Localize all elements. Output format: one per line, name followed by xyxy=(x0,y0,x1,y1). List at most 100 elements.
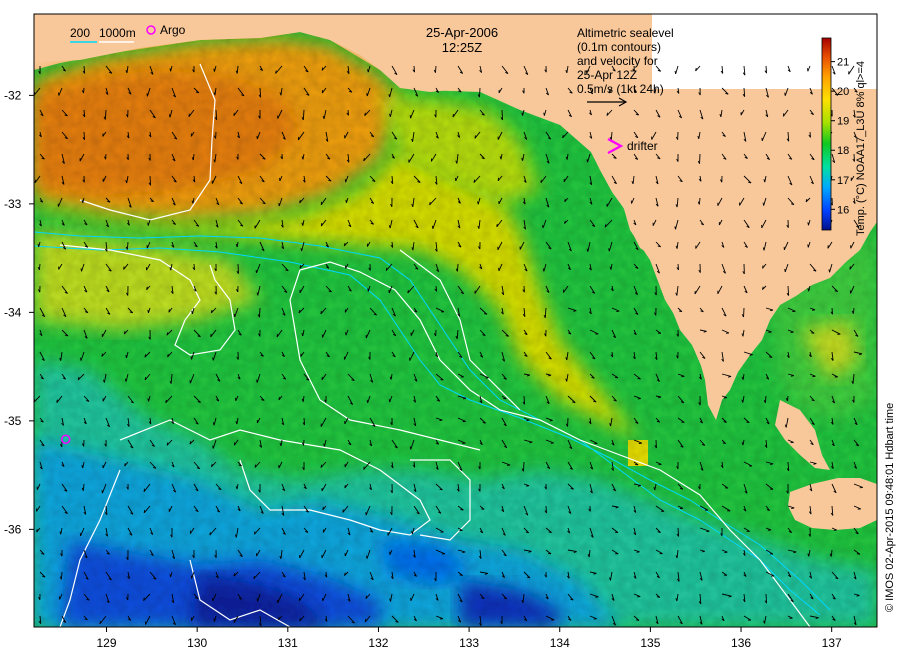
colorbar-tick-label: 17 xyxy=(837,175,849,187)
y-tick-label: -34 xyxy=(4,305,22,319)
velocity-arrow-head xyxy=(723,397,727,399)
velocity-arrow-head xyxy=(791,507,795,509)
colorbar-tick-label: 19 xyxy=(837,116,849,128)
velocity-arrow-head xyxy=(439,419,443,422)
map-date: 25-Apr-2006 xyxy=(426,25,498,40)
colorbar-tick-label: 20 xyxy=(837,86,849,98)
x-tick-label: 134 xyxy=(550,636,570,650)
velocity-arrow-head xyxy=(608,248,610,252)
velocity-arrow-head xyxy=(147,309,149,313)
info-box-background xyxy=(652,14,877,89)
depth-200-label: 200 xyxy=(70,26,90,40)
info-line-5: 0.5m/s (1kt 24h) xyxy=(577,82,664,96)
velocity-arrow-head xyxy=(322,506,324,510)
velocity-arrow-head xyxy=(190,356,192,360)
velocity-arrow-head xyxy=(586,159,588,163)
velocity-arrow-head xyxy=(212,445,214,449)
velocity-arrow-head xyxy=(123,266,125,270)
velocity-arrow-head xyxy=(363,466,365,470)
velocity-arrow-head xyxy=(146,93,148,97)
velocity-arrow xyxy=(764,395,767,403)
velocity-arrow-head xyxy=(573,310,577,312)
velocity-arrow-head xyxy=(124,463,126,467)
velocity-arrow-head xyxy=(811,332,815,334)
velocity-arrow-head xyxy=(762,202,765,206)
credit-text: © IMOS 02-Apr-2015 09:48:01 Hdbart time xyxy=(884,403,896,612)
velocity-arrow-head xyxy=(440,379,444,381)
velocity-arrow-head xyxy=(144,376,147,381)
colorbar-title: Temp. (°C) NOAA17_L3U 8% ql>=4 xyxy=(855,61,867,236)
velocity-arrow-head xyxy=(564,198,566,202)
velocity-arrow-head xyxy=(275,70,277,74)
velocity-arrow-head xyxy=(80,268,82,272)
velocity-arrow xyxy=(523,461,525,472)
velocity-arrow-head xyxy=(256,379,258,383)
velocity-arrow-head xyxy=(548,531,552,533)
velocity-arrow-head xyxy=(543,112,545,116)
colorbar-tick-label: 16 xyxy=(837,204,849,216)
velocity-arrow-head xyxy=(497,177,500,181)
velocity-arrow-head xyxy=(344,485,346,489)
drifter-label: drifter xyxy=(627,139,658,153)
velocity-arrow xyxy=(104,109,107,120)
velocity-arrow-head xyxy=(674,70,677,74)
velocity-arrow-head xyxy=(212,357,214,361)
velocity-arrow-head xyxy=(342,509,344,513)
velocity-arrow xyxy=(698,197,701,205)
x-tick-label: 137 xyxy=(822,636,842,650)
x-tick-label: 135 xyxy=(640,636,660,650)
velocity-arrow-head xyxy=(636,551,640,553)
map-time: 12:25Z xyxy=(442,40,483,55)
x-tick-label: 133 xyxy=(459,636,479,650)
x-tick-label: 132 xyxy=(368,636,388,650)
velocity-arrow xyxy=(259,307,261,318)
velocity-arrow-head xyxy=(807,222,809,226)
velocity-arrow-head xyxy=(256,598,259,602)
velocity-arrow-head xyxy=(147,222,149,226)
x-tick-label: 136 xyxy=(731,636,751,650)
y-tick-label: -36 xyxy=(4,522,22,536)
velocity-arrow-head xyxy=(366,555,368,559)
velocity-arrow-head xyxy=(36,529,38,533)
velocity-arrow-head xyxy=(299,199,301,204)
velocity-arrow-head xyxy=(807,244,809,248)
velocity-arrow-head xyxy=(828,269,830,273)
velocity-arrow-head xyxy=(345,199,347,203)
velocity-arrow-head xyxy=(80,357,82,361)
velocity-arrow-head xyxy=(770,309,774,312)
velocity-arrow xyxy=(479,87,481,98)
velocity-arrow-head xyxy=(746,421,750,424)
colorbar-tick-label: 21 xyxy=(837,57,849,69)
velocity-arrow-head xyxy=(365,595,368,599)
colorbar-tick-label: 18 xyxy=(837,145,849,157)
velocity-arrow xyxy=(435,65,437,73)
y-tick-label: -33 xyxy=(4,197,22,211)
velocity-arrow-head xyxy=(636,619,640,621)
depth-1000-label: 1000m xyxy=(99,26,136,40)
velocity-arrow-head xyxy=(749,354,753,356)
info-line-4: 25-Apr 12Z xyxy=(577,68,637,82)
colorbar-scale xyxy=(821,37,832,231)
y-tick-label: -32 xyxy=(4,88,22,102)
info-line-2: (0.1m contours) xyxy=(577,40,661,54)
velocity-arrow-head xyxy=(366,399,369,403)
velocity-arrow-head xyxy=(706,530,710,533)
velocity-arrow-head xyxy=(481,508,485,510)
velocity-arrow-head xyxy=(364,618,367,623)
x-tick-label: 129 xyxy=(97,636,117,650)
velocity-arrow-head xyxy=(385,267,388,271)
velocity-arrow-head xyxy=(143,509,146,513)
velocity-arrow-head xyxy=(595,596,599,598)
velocity-arrow-head xyxy=(209,532,211,536)
y-tick-label: -35 xyxy=(4,414,22,428)
velocity-arrow-head xyxy=(474,135,476,139)
velocity-arrow-head xyxy=(278,202,280,207)
sst-map-figure: 25-Apr-2006 12:25Z 200 1000m Argo Altime… xyxy=(4,13,896,650)
info-line-1: Altimetric sealevel xyxy=(577,26,674,40)
velocity-arrow-head xyxy=(526,485,530,487)
y-axis: -32 -33 -34 -35 -36 xyxy=(4,88,34,536)
x-tick-label: 130 xyxy=(187,636,207,650)
velocity-arrow-head xyxy=(366,92,368,97)
velocity-arrow-head xyxy=(542,268,545,272)
velocity-arrow-head xyxy=(167,353,169,358)
